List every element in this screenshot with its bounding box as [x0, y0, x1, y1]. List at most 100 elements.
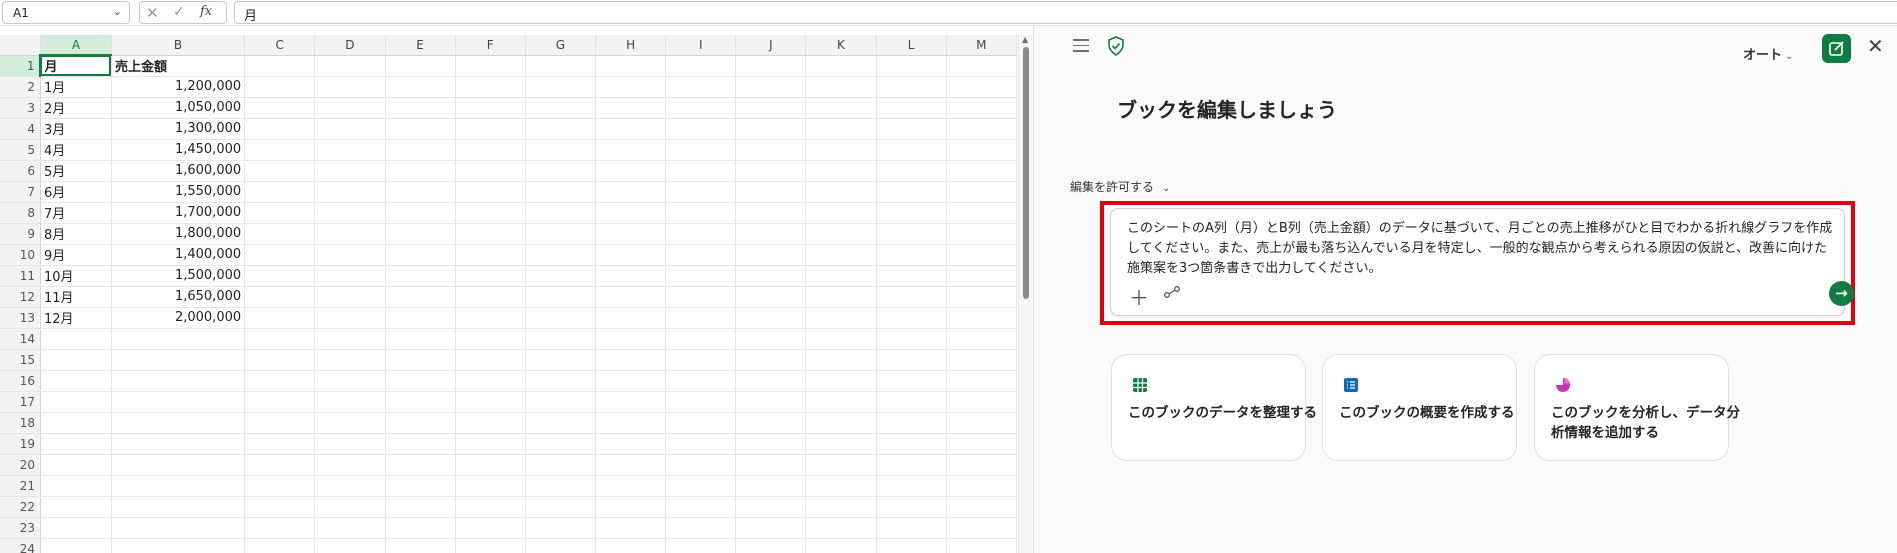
- cell-H21[interactable]: [595, 475, 667, 497]
- cell-J8[interactable]: [735, 202, 807, 224]
- cell-K18[interactable]: [805, 412, 877, 434]
- column-header[interactable]: G: [525, 35, 596, 56]
- cell-F8[interactable]: [455, 202, 526, 224]
- cell-D9[interactable]: [314, 223, 386, 245]
- cell-A8[interactable]: 7月: [40, 202, 112, 224]
- cell-A15[interactable]: [40, 349, 112, 371]
- cell-M13[interactable]: [946, 307, 1017, 329]
- cell-I1[interactable]: [665, 55, 737, 77]
- cell-J24[interactable]: [735, 538, 807, 553]
- cell-L4[interactable]: [876, 118, 947, 140]
- cell-F15[interactable]: [455, 349, 526, 371]
- cell-D6[interactable]: [314, 160, 386, 182]
- cell-D4[interactable]: [314, 118, 386, 140]
- cell-F5[interactable]: [455, 139, 526, 161]
- cell-M9[interactable]: [946, 223, 1017, 245]
- cell-B18[interactable]: [111, 412, 246, 434]
- row-header[interactable]: 4: [0, 118, 41, 140]
- cell-K6[interactable]: [805, 160, 877, 182]
- cell-E12[interactable]: [385, 286, 456, 308]
- add-attachment-icon[interactable]: ＋: [1129, 282, 1149, 311]
- cell-F11[interactable]: [455, 265, 526, 287]
- cell-M15[interactable]: [946, 349, 1017, 371]
- cell-M17[interactable]: [946, 391, 1017, 413]
- cell-H5[interactable]: [595, 139, 667, 161]
- cell-K3[interactable]: [805, 97, 877, 119]
- cell-K13[interactable]: [805, 307, 877, 329]
- cell-G6[interactable]: [525, 160, 596, 182]
- cell-L22[interactable]: [876, 496, 947, 518]
- cancel-icon[interactable]: ✕: [146, 4, 159, 22]
- cell-F17[interactable]: [455, 391, 526, 413]
- cell-C19[interactable]: [244, 433, 316, 455]
- cell-D20[interactable]: [314, 454, 386, 476]
- prompt-text[interactable]: このシートのA列（月）とB列（売上金額）のデータに基づいて、月ごとの売上推移がひ…: [1127, 219, 1833, 279]
- cell-J13[interactable]: [735, 307, 807, 329]
- cell-J1[interactable]: [735, 55, 807, 77]
- cell-M1[interactable]: [946, 55, 1017, 77]
- cell-D11[interactable]: [314, 265, 386, 287]
- cell-I2[interactable]: [665, 76, 737, 98]
- cell-H9[interactable]: [595, 223, 667, 245]
- cell-K16[interactable]: [805, 370, 877, 392]
- cell-K19[interactable]: [805, 433, 877, 455]
- cell-C14[interactable]: [244, 328, 316, 350]
- cell-H8[interactable]: [595, 202, 667, 224]
- cell-B19[interactable]: [111, 433, 246, 455]
- cell-I21[interactable]: [665, 475, 737, 497]
- cell-E20[interactable]: [385, 454, 456, 476]
- send-button[interactable]: →: [1829, 281, 1854, 306]
- cell-J9[interactable]: [735, 223, 807, 245]
- cell-K10[interactable]: [805, 244, 877, 266]
- cell-L14[interactable]: [876, 328, 947, 350]
- cell-A1[interactable]: 月: [40, 55, 112, 77]
- cell-B8[interactable]: 1,700,000: [111, 202, 246, 224]
- scrollbar-thumb[interactable]: [1023, 47, 1029, 299]
- cell-E7[interactable]: [385, 181, 456, 203]
- cell-L3[interactable]: [876, 97, 947, 119]
- cell-E23[interactable]: [385, 517, 456, 539]
- cell-I20[interactable]: [665, 454, 737, 476]
- column-header[interactable]: D: [314, 35, 386, 56]
- cell-C2[interactable]: [244, 76, 316, 98]
- cell-C1[interactable]: [244, 55, 316, 77]
- cell-A5[interactable]: 4月: [40, 139, 112, 161]
- cell-A17[interactable]: [40, 391, 112, 413]
- scroll-up-icon[interactable]: ▲: [1022, 35, 1028, 44]
- cell-J2[interactable]: [735, 76, 807, 98]
- row-header[interactable]: 14: [0, 328, 41, 350]
- cell-C20[interactable]: [244, 454, 316, 476]
- cell-L7[interactable]: [876, 181, 947, 203]
- cell-F2[interactable]: [455, 76, 526, 98]
- cell-A14[interactable]: [40, 328, 112, 350]
- cell-C24[interactable]: [244, 538, 316, 553]
- cell-F24[interactable]: [455, 538, 526, 553]
- cell-K5[interactable]: [805, 139, 877, 161]
- cell-A7[interactable]: 6月: [40, 181, 112, 203]
- cell-E14[interactable]: [385, 328, 456, 350]
- cell-H6[interactable]: [595, 160, 667, 182]
- cell-A20[interactable]: [40, 454, 112, 476]
- cell-D7[interactable]: [314, 181, 386, 203]
- column-header[interactable]: B: [111, 35, 246, 56]
- cell-J5[interactable]: [735, 139, 807, 161]
- cell-C18[interactable]: [244, 412, 316, 434]
- cell-G22[interactable]: [525, 496, 596, 518]
- column-header[interactable]: C: [244, 35, 316, 56]
- cell-B21[interactable]: [111, 475, 246, 497]
- cell-B14[interactable]: [111, 328, 246, 350]
- menu-icon[interactable]: [1073, 39, 1089, 53]
- cell-G17[interactable]: [525, 391, 596, 413]
- cell-F16[interactable]: [455, 370, 526, 392]
- cell-C23[interactable]: [244, 517, 316, 539]
- cell-C15[interactable]: [244, 349, 316, 371]
- cell-A10[interactable]: 9月: [40, 244, 112, 266]
- cell-M21[interactable]: [946, 475, 1017, 497]
- cell-K23[interactable]: [805, 517, 877, 539]
- cell-A9[interactable]: 8月: [40, 223, 112, 245]
- cell-K22[interactable]: [805, 496, 877, 518]
- cell-L6[interactable]: [876, 160, 947, 182]
- cell-D10[interactable]: [314, 244, 386, 266]
- cell-K17[interactable]: [805, 391, 877, 413]
- cell-K4[interactable]: [805, 118, 877, 140]
